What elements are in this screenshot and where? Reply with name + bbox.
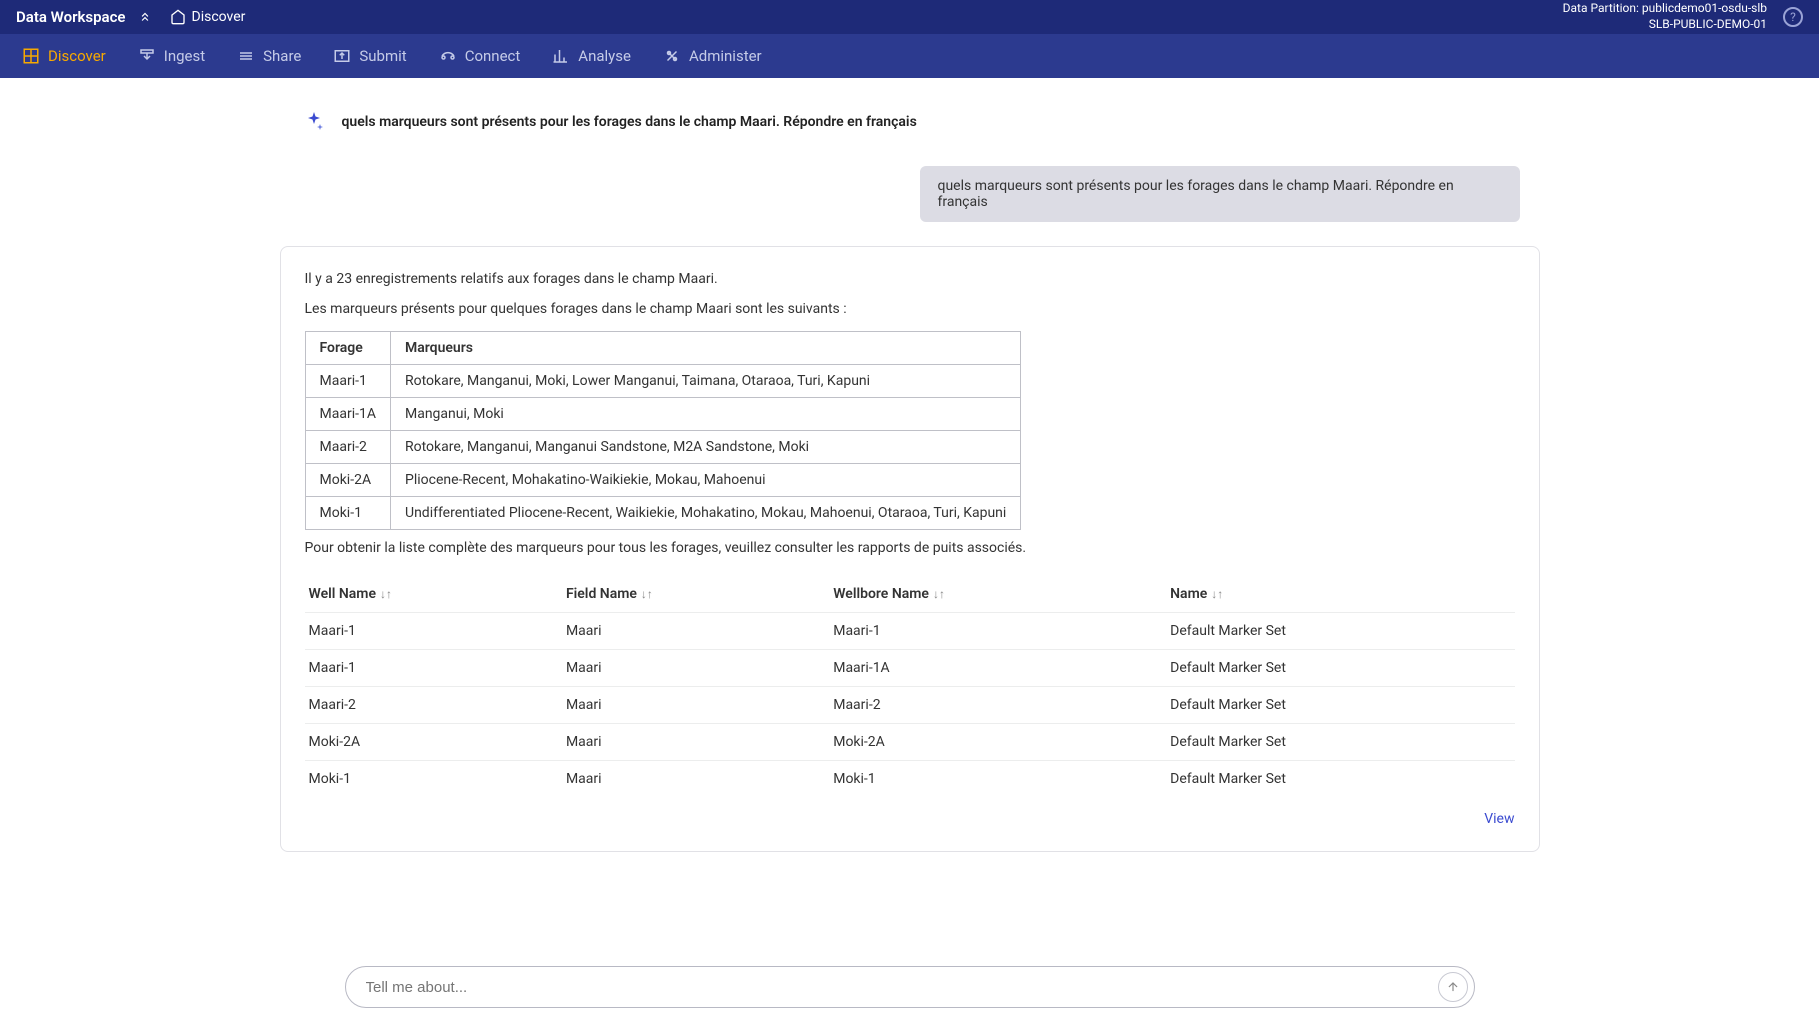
nav-discover[interactable]: Discover <box>8 34 120 78</box>
grid-icon <box>22 47 40 65</box>
analyse-icon <box>552 47 570 65</box>
table-row: Moki-2APliocene-Recent, Mohakatino-Waiki… <box>305 464 1021 497</box>
connect-icon <box>439 47 457 65</box>
table-row[interactable]: Maari-1MaariMaari-1Default Marker Set <box>305 613 1515 650</box>
nav-label: Ingest <box>164 47 205 65</box>
response-sub: Les marqueurs présents pour quelques for… <box>305 301 1515 317</box>
chat-input-bar <box>345 966 1475 1008</box>
response-card: Il y a 23 enregistrements relatifs aux f… <box>280 246 1540 852</box>
table-row: Maari-2Rotokare, Manganui, Manganui Sand… <box>305 431 1021 464</box>
sort-icon: ↓↑ <box>1211 587 1223 601</box>
table-row[interactable]: Maari-2MaariMaari-2Default Marker Set <box>305 687 1515 724</box>
user-message-row: quels marqueurs sont présents pour les f… <box>280 166 1540 222</box>
ingest-icon <box>138 47 156 65</box>
nav-label: Discover <box>48 47 106 65</box>
prompt-text: quels marqueurs sont présents pour les f… <box>342 114 917 130</box>
markers-table: Forage Marqueurs Maari-1Rotokare, Mangan… <box>305 331 1022 530</box>
content-area: quels marqueurs sont présents pour les f… <box>240 78 1580 952</box>
table-row: Moki-1Undifferentiated Pliocene-Recent, … <box>305 497 1021 530</box>
response-outro: Pour obtenir la liste complète des marqu… <box>305 540 1515 556</box>
col-marqueurs: Marqueurs <box>390 332 1020 365</box>
nav-label: Analyse <box>578 47 631 65</box>
sort-icon: ↓↑ <box>933 587 945 601</box>
collapse-icon[interactable] <box>138 10 152 24</box>
sparkle-icon <box>300 108 328 136</box>
navbar: Discover Ingest Share Submit Connect Ana… <box>0 34 1819 78</box>
results-table: Well Name↓↑ Field Name↓↑ Wellbore Name↓↑… <box>305 576 1515 797</box>
nav-label: Share <box>263 47 301 65</box>
prompt-header: quels marqueurs sont présents pour les f… <box>280 98 1540 146</box>
table-row: Maari-1AManganui, Moki <box>305 398 1021 431</box>
partition-name: SLB-PUBLIC-DEMO-01 <box>1563 17 1767 33</box>
help-icon[interactable]: ? <box>1783 7 1803 27</box>
topbar: Data Workspace Discover Data Partition: … <box>0 0 1819 34</box>
administer-icon <box>663 47 681 65</box>
table-row: Maari-1Rotokare, Manganui, Moki, Lower M… <box>305 365 1021 398</box>
sort-icon: ↓↑ <box>380 587 392 601</box>
send-button[interactable] <box>1438 972 1468 1002</box>
nav-share[interactable]: Share <box>223 34 315 78</box>
nav-connect[interactable]: Connect <box>425 34 535 78</box>
user-message-bubble: quels marqueurs sont présents pour les f… <box>920 166 1520 222</box>
view-link-row: View <box>305 811 1515 827</box>
sort-icon: ↓↑ <box>641 587 653 601</box>
table-row[interactable]: Moki-2AMaariMoki-2ADefault Marker Set <box>305 724 1515 761</box>
brand-label: Data Workspace <box>16 8 126 26</box>
col-field-name[interactable]: Field Name↓↑ <box>562 576 829 613</box>
page-title: Discover <box>192 9 246 25</box>
table-header-row: Forage Marqueurs <box>305 332 1021 365</box>
nav-ingest[interactable]: Ingest <box>124 34 219 78</box>
col-wellbore-name[interactable]: Wellbore Name↓↑ <box>829 576 1166 613</box>
results-header-row: Well Name↓↑ Field Name↓↑ Wellbore Name↓↑… <box>305 576 1515 613</box>
col-well-name[interactable]: Well Name↓↑ <box>305 576 562 613</box>
partition-info: Data Partition: publicdemo01-osdu-slb SL… <box>1563 1 1767 32</box>
home-icon[interactable] <box>170 9 186 25</box>
nav-administer[interactable]: Administer <box>649 34 776 78</box>
arrow-up-icon <box>1446 980 1460 994</box>
col-forage: Forage <box>305 332 390 365</box>
submit-icon <box>333 47 351 65</box>
nav-label: Administer <box>689 47 762 65</box>
table-row[interactable]: Moki-1MaariMoki-1Default Marker Set <box>305 761 1515 798</box>
share-icon <box>237 47 255 65</box>
chat-input[interactable] <box>366 979 1438 996</box>
col-name[interactable]: Name↓↑ <box>1166 576 1514 613</box>
view-link[interactable]: View <box>1484 811 1514 827</box>
input-bar-wrap <box>0 966 1819 1008</box>
nav-label: Connect <box>465 47 521 65</box>
response-intro: Il y a 23 enregistrements relatifs aux f… <box>305 271 1515 287</box>
nav-analyse[interactable]: Analyse <box>538 34 645 78</box>
table-row[interactable]: Maari-1MaariMaari-1ADefault Marker Set <box>305 650 1515 687</box>
partition-label: Data Partition: publicdemo01-osdu-slb <box>1563 1 1767 17</box>
nav-submit[interactable]: Submit <box>319 34 420 78</box>
nav-label: Submit <box>359 47 406 65</box>
